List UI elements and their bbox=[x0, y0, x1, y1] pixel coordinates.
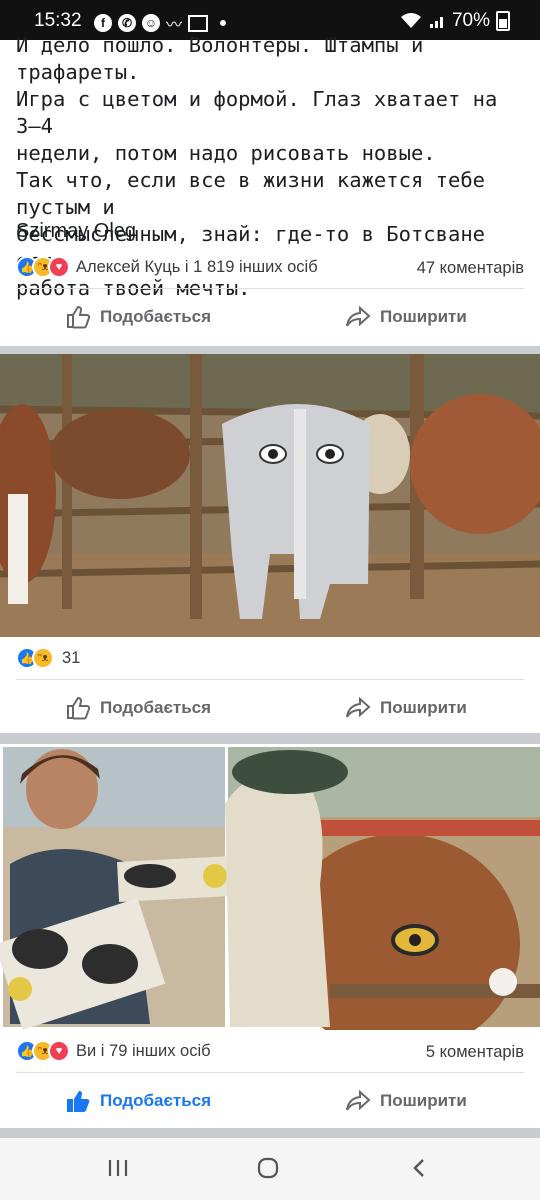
like-button[interactable]: Подобається bbox=[64, 694, 211, 722]
gallery-icon bbox=[188, 14, 209, 32]
divider bbox=[16, 288, 524, 289]
like-button[interactable]: Подобається bbox=[64, 1087, 211, 1115]
volunteer-stencil-photo bbox=[0, 744, 540, 1030]
home-icon[interactable] bbox=[256, 1156, 280, 1180]
love-reaction-icon: ♥ bbox=[48, 1040, 70, 1062]
share-icon bbox=[346, 305, 371, 327]
reactions-text: Ви і 79 інших осіб bbox=[76, 1041, 211, 1060]
comments-count[interactable]: 5 коментарів bbox=[426, 1043, 524, 1062]
post-photo[interactable] bbox=[0, 354, 540, 637]
wifi-icon bbox=[400, 13, 421, 28]
share-label: Поширити bbox=[380, 1091, 467, 1110]
thumbs-up-icon bbox=[67, 696, 91, 720]
like-button[interactable]: Подобається bbox=[64, 303, 211, 331]
share-button[interactable]: Поширити bbox=[344, 303, 467, 331]
share-label: Поширити bbox=[380, 307, 467, 326]
signal-icon bbox=[429, 17, 443, 28]
share-icon bbox=[346, 696, 371, 718]
reactions-text: Алексей Куць і 1 819 інших осіб bbox=[76, 257, 318, 276]
like-label: Подобається bbox=[100, 698, 212, 717]
divider bbox=[16, 679, 524, 680]
recent-apps-icon[interactable] bbox=[106, 1156, 130, 1180]
messenger-icon: ☺ bbox=[142, 14, 160, 32]
cow-eyes-photo bbox=[0, 354, 540, 637]
whatsapp-icon: ✆ bbox=[118, 14, 136, 32]
share-button[interactable]: Поширити bbox=[344, 694, 467, 722]
post-photo[interactable] bbox=[0, 744, 540, 1030]
status-time: 15:32 bbox=[34, 10, 82, 31]
thumbs-up-icon bbox=[67, 305, 91, 329]
post-card: 👍 ᵔᴥ ♥ Ви і 79 інших осіб 5 коментарів П… bbox=[0, 1030, 540, 1128]
post-card: 👍 ᵔᴥ 31 Подобається Поширити bbox=[0, 637, 540, 733]
notification-dot bbox=[220, 20, 227, 26]
facebook-icon: f bbox=[94, 14, 112, 32]
like-label: Подобається bbox=[100, 1091, 212, 1110]
share-button[interactable]: Поширити bbox=[344, 1087, 467, 1115]
post-author[interactable]: Szirmay Oleg bbox=[16, 220, 136, 243]
reactions-summary[interactable]: 👍 ᵔᴥ 31 bbox=[16, 647, 80, 669]
comments-count[interactable]: 47 коментарів bbox=[417, 259, 524, 278]
love-reaction-icon: ♥ bbox=[48, 256, 70, 278]
reactions-count: 31 bbox=[62, 648, 81, 667]
post-card: И дело пошло. Волонтеры. Штампы и трафар… bbox=[0, 33, 540, 346]
share-label: Поширити bbox=[380, 698, 467, 717]
battery-percent: 70% bbox=[451, 10, 490, 31]
reactions-summary[interactable]: 👍 ᵔᴥ ♥ Алексей Куць і 1 819 інших осіб bbox=[16, 256, 318, 278]
share-icon bbox=[346, 1089, 371, 1111]
divider bbox=[16, 1072, 524, 1073]
back-icon[interactable] bbox=[408, 1156, 432, 1180]
thumbs-up-icon bbox=[67, 1091, 90, 1112]
battery-icon bbox=[496, 11, 510, 31]
system-nav-bar bbox=[0, 1138, 540, 1200]
like-label: Подобається bbox=[100, 307, 212, 326]
reactions-summary[interactable]: 👍 ᵔᴥ ♥ Ви і 79 інших осіб bbox=[16, 1040, 211, 1062]
haha-reaction-icon: ᵔᴥ bbox=[32, 647, 54, 669]
